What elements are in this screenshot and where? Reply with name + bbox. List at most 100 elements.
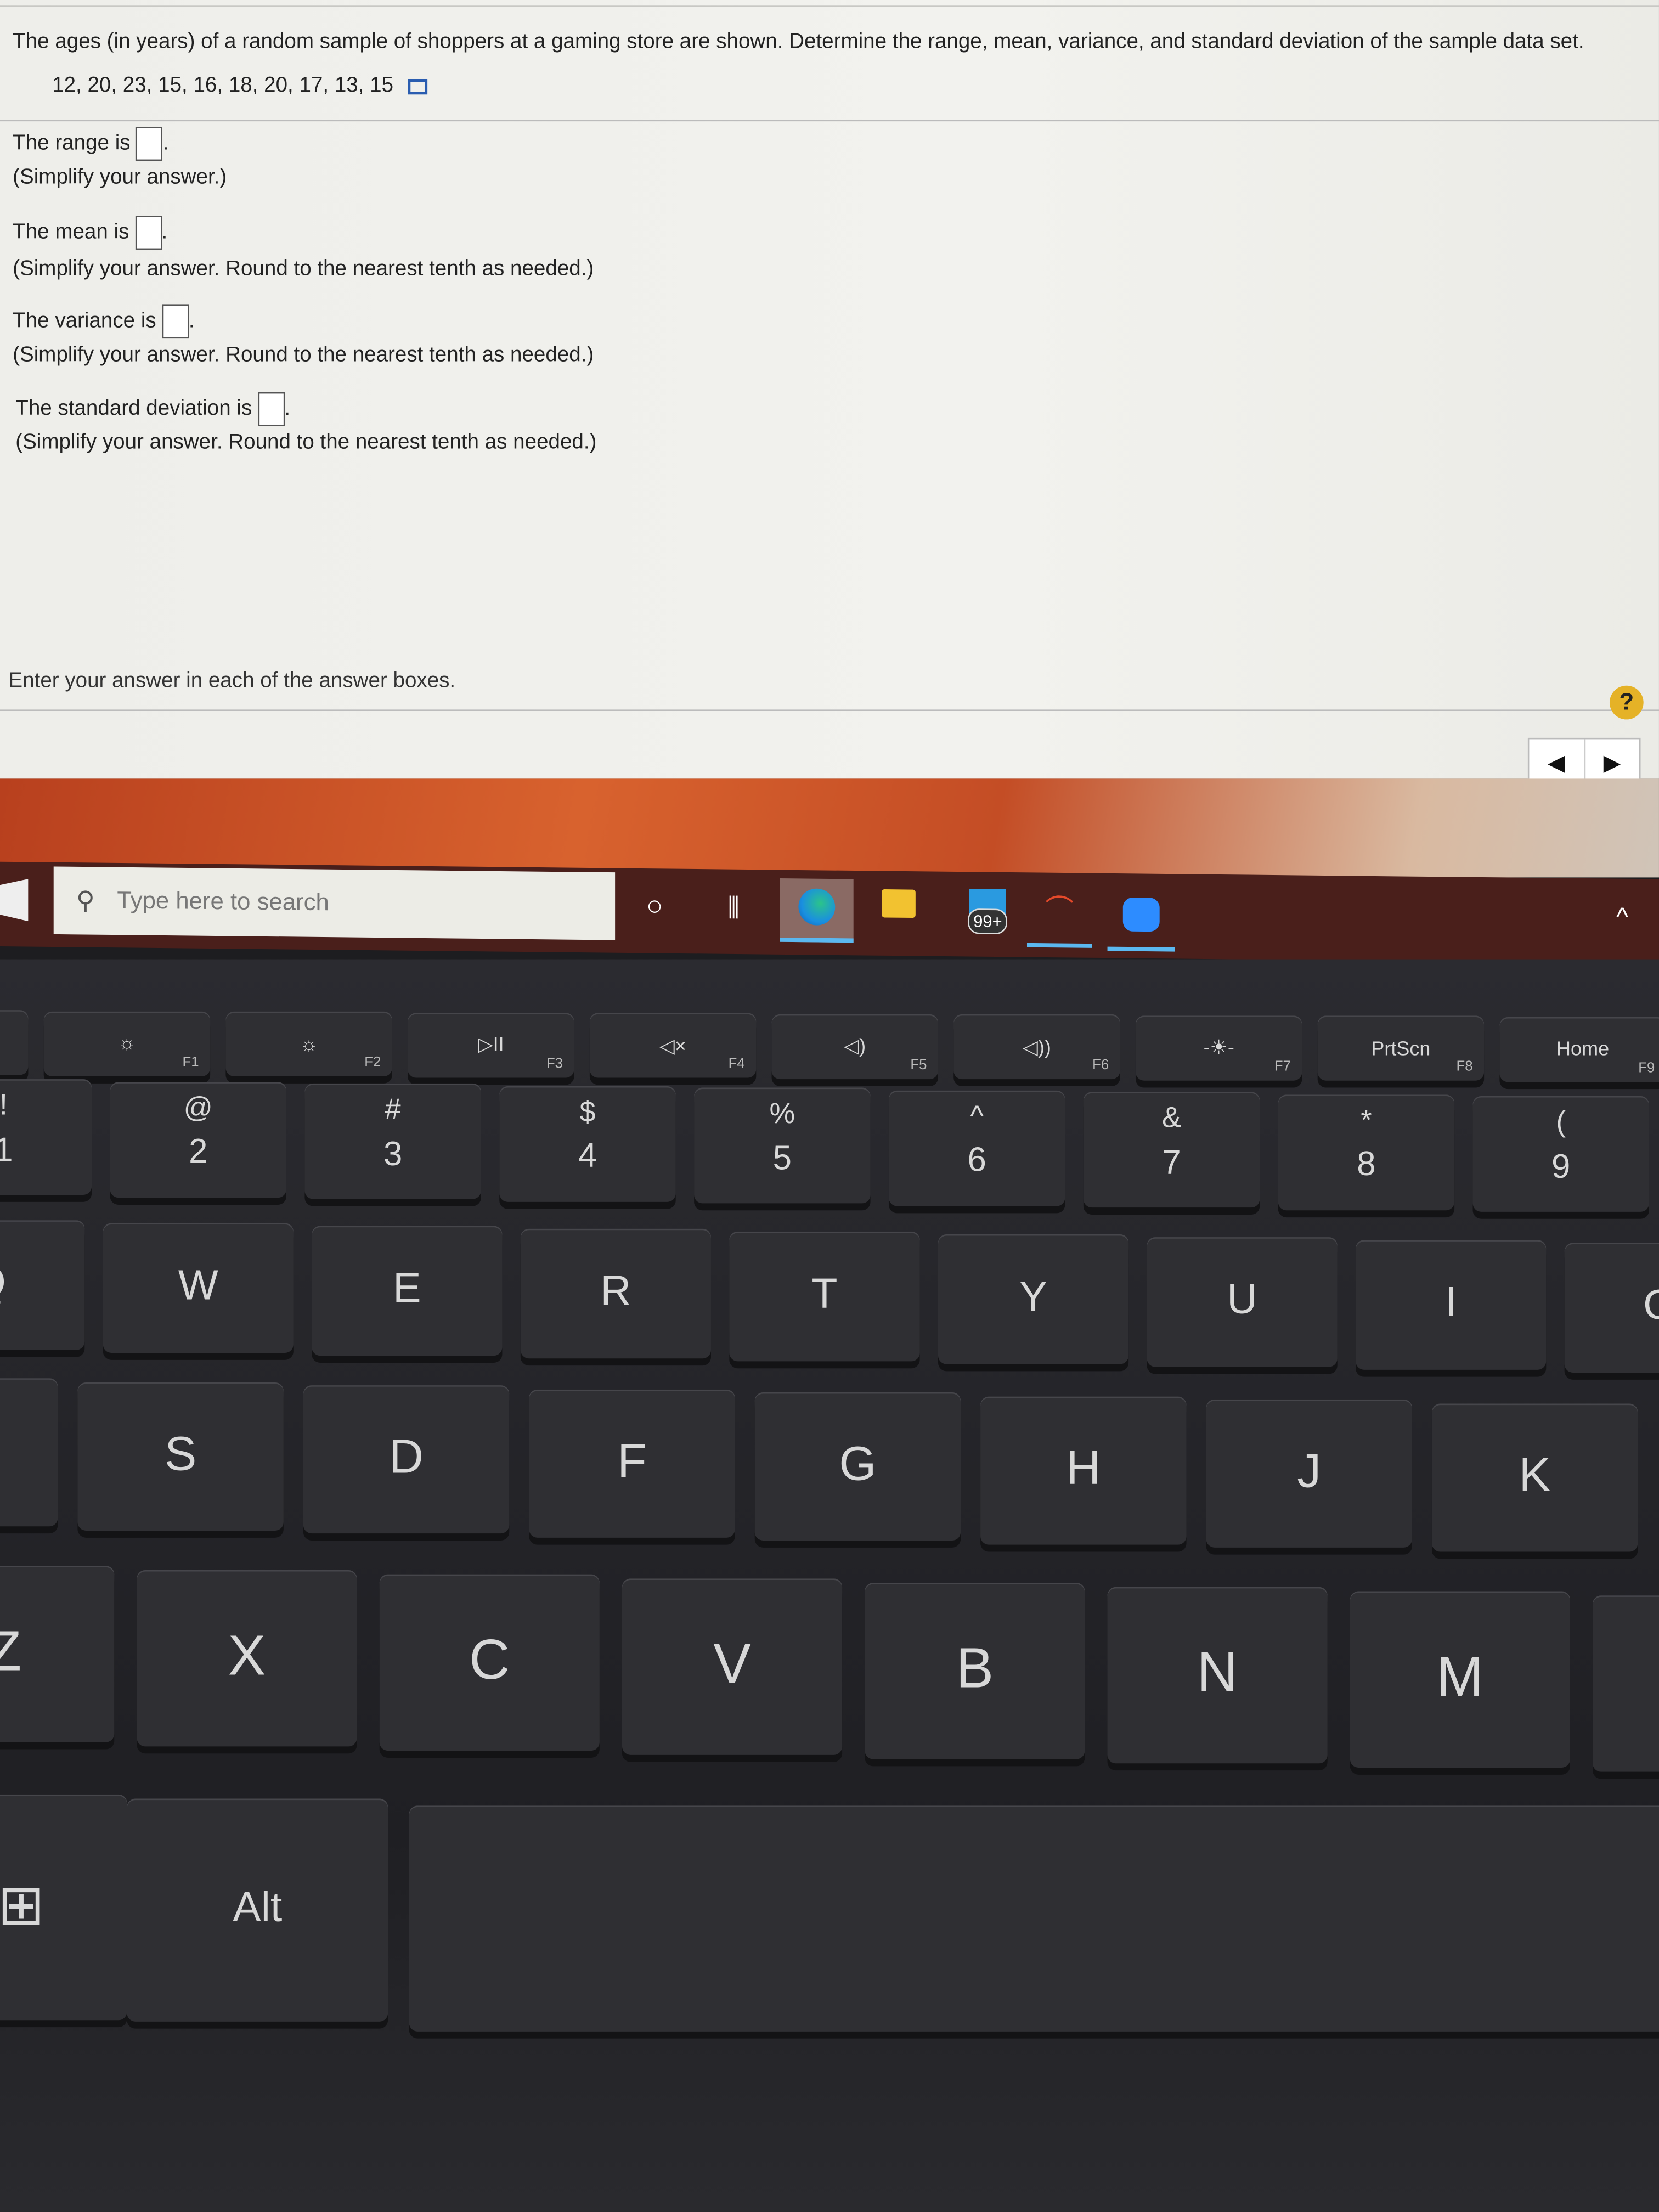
letter-key[interactable]: O	[1564, 1243, 1659, 1373]
key-shift-label: *	[1361, 1105, 1372, 1137]
key-fn-label: F1	[182, 1054, 199, 1070]
number-key[interactable]: 3 #	[304, 1083, 481, 1199]
cortana-icon[interactable]: ○	[637, 885, 672, 928]
search-box[interactable]: ⚲ Type here to search	[53, 866, 616, 940]
letter-key[interactable]: A	[0, 1378, 58, 1527]
key-label: 4	[578, 1137, 597, 1176]
zoom-icon[interactable]	[1107, 890, 1175, 952]
key-label: 7	[1162, 1144, 1181, 1182]
letter-key[interactable]: S	[77, 1381, 284, 1530]
function-key[interactable]: ◁)) F6	[953, 1014, 1120, 1080]
std-dev-answer-box[interactable]	[257, 392, 285, 426]
key-label: 6	[967, 1142, 986, 1180]
chevron-up-icon[interactable]: ^	[1605, 895, 1639, 938]
function-key[interactable]: ▷II F3	[408, 1012, 574, 1077]
key-label: D	[388, 1430, 424, 1485]
edge-icon[interactable]	[780, 878, 854, 943]
letter-key[interactable]: B	[865, 1583, 1085, 1759]
function-key[interactable]: ☼ F2	[225, 1011, 392, 1076]
letter-key[interactable]: I	[1356, 1240, 1547, 1370]
letter-key[interactable]: N	[1107, 1587, 1328, 1764]
windows-start-icon[interactable]	[0, 879, 28, 922]
app-icon[interactable]: ⌒	[1026, 889, 1092, 948]
key-label: C	[469, 1628, 510, 1691]
question-panel: The ages (in years) of a random sample o…	[0, 0, 1659, 792]
letter-key[interactable]: H	[980, 1396, 1187, 1544]
key-label: B	[956, 1637, 994, 1700]
mail-icon[interactable]: 99+	[960, 889, 1016, 935]
mail-badge: 99+	[967, 909, 1008, 935]
number-key[interactable]: 8 *	[1278, 1094, 1455, 1210]
alt-key[interactable]: Alt	[127, 1798, 388, 2022]
windows-key[interactable]: ⊞	[0, 1794, 127, 2021]
key-shift-label: #	[385, 1094, 401, 1126]
letter-key[interactable]: X	[137, 1570, 357, 1747]
letter-key[interactable]: W	[103, 1223, 294, 1353]
function-key[interactable]: ☼ F1	[43, 1011, 211, 1076]
mean-question: The mean is.	[13, 216, 167, 250]
letter-key[interactable]: C	[379, 1574, 600, 1751]
search-icon: ⚲	[76, 886, 95, 915]
taskbar: ⚲ Type here to search ○ ⫼ 99+ ⌒ ^	[0, 861, 1659, 964]
letter-key[interactable]: G	[754, 1392, 961, 1541]
key-label: H	[1066, 1441, 1101, 1495]
instruction-text: Enter your answer in each of the answer …	[8, 668, 456, 693]
space-bar[interactable]	[409, 1805, 1659, 2032]
copy-data-icon[interactable]	[407, 78, 427, 94]
key-label: 3	[383, 1135, 403, 1174]
key-shift-label: &	[1162, 1103, 1182, 1135]
data-values: 12, 20, 23, 15, 16, 18, 20, 17, 13, 15	[52, 73, 394, 98]
sample-data: 12, 20, 23, 15, 16, 18, 20, 17, 13, 15	[52, 73, 427, 98]
key-label: I	[1444, 1279, 1457, 1327]
key-shift-label: !	[0, 1091, 8, 1122]
letter-key[interactable]: R	[520, 1228, 711, 1359]
function-key[interactable]: -☀- F7	[1135, 1015, 1302, 1080]
file-explorer-icon[interactable]	[881, 888, 917, 930]
number-key[interactable]: 5%	[694, 1087, 871, 1204]
function-key[interactable]	[0, 1010, 29, 1075]
number-key[interactable]: 6 ^	[888, 1090, 1065, 1206]
key-shift-label: ^	[970, 1101, 984, 1133]
number-key[interactable]: 9(	[1472, 1096, 1649, 1212]
key-label: R	[600, 1268, 631, 1315]
letter-key[interactable]: F	[529, 1389, 735, 1537]
task-view-icon[interactable]: ⫼	[714, 886, 753, 929]
key-label: S	[164, 1427, 197, 1481]
function-key[interactable]: Home F9	[1499, 1016, 1659, 1081]
letter-key[interactable]: K	[1431, 1403, 1638, 1551]
key-label: ⊞	[0, 1875, 45, 1937]
key-label: F	[617, 1434, 647, 1488]
letter-key[interactable]: Z	[0, 1566, 115, 1742]
variance-question: The variance is.	[13, 304, 195, 339]
key-label: Y	[1019, 1273, 1048, 1321]
letter-key[interactable]: M	[1350, 1591, 1570, 1768]
function-key[interactable]: ◁× F4	[589, 1013, 757, 1078]
function-key[interactable]: PrtScn F8	[1317, 1015, 1485, 1081]
number-key[interactable]: 1!	[0, 1079, 92, 1195]
letter-key[interactable]: T	[729, 1231, 920, 1362]
letter-key[interactable]: U	[1147, 1237, 1338, 1367]
letter-key[interactable]: Q	[0, 1220, 85, 1350]
variance-answer-box[interactable]	[161, 304, 189, 339]
key-label: M	[1436, 1645, 1484, 1708]
letter-key[interactable]: E	[312, 1226, 503, 1356]
key-label: K	[1519, 1448, 1551, 1502]
letter-key[interactable]: V	[622, 1578, 843, 1755]
key-label: ◁×	[659, 1033, 686, 1056]
number-key[interactable]: 4 $	[499, 1085, 676, 1201]
key-shift-label: @	[183, 1093, 213, 1124]
mean-answer-box[interactable]	[134, 216, 162, 250]
number-key[interactable]: 7 &	[1083, 1092, 1260, 1208]
key-fn-label: F8	[1456, 1059, 1473, 1075]
letter-key[interactable]	[1593, 1595, 1659, 1772]
help-button[interactable]: ?	[1609, 685, 1644, 720]
divider	[0, 709, 1659, 711]
range-answer-box[interactable]	[136, 127, 163, 161]
function-key[interactable]: ◁) F5	[771, 1013, 938, 1079]
variance-hint: (Simplify your answer. Round to the near…	[13, 342, 594, 367]
letter-key[interactable]: D	[303, 1385, 510, 1534]
key-label: PrtScn	[1371, 1036, 1431, 1059]
letter-key[interactable]: Y	[938, 1234, 1129, 1364]
number-key[interactable]: 2 @	[110, 1081, 286, 1197]
letter-key[interactable]: J	[1206, 1399, 1412, 1548]
